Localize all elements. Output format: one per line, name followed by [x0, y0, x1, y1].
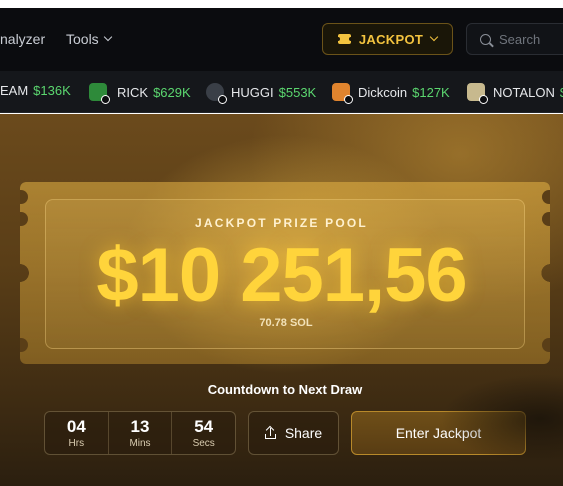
- ticker-token-name: RICK: [117, 84, 149, 100]
- ticker-item[interactable]: NOTALON $1: [467, 83, 563, 104]
- search-box[interactable]: [466, 23, 563, 55]
- token-ticker: EAM $136K RICK $629K HUGGI $553K Dickcoi…: [0, 71, 563, 113]
- notalon-token-icon: [467, 83, 488, 104]
- ticker-token-name: EAM: [0, 83, 29, 98]
- nav-tools-label: Tools: [66, 31, 99, 47]
- countdown-seconds: 54 Secs: [172, 412, 235, 454]
- huggi-token-icon: [206, 83, 227, 104]
- prize-pool-sol: 70.78 SOL: [259, 317, 313, 329]
- jackpot-dropdown-button[interactable]: JACKPOT: [322, 23, 453, 55]
- countdown-timer: 04 Hrs 13 Mins 54 Secs: [44, 411, 236, 455]
- nav-analyzer-link[interactable]: nalyzer: [0, 31, 45, 47]
- ticket-icon: [335, 34, 353, 44]
- search-icon: [480, 33, 491, 45]
- rick-token-icon: [89, 83, 110, 104]
- dickcoin-token-icon: [332, 83, 353, 104]
- ticker-token-value: $127K: [412, 84, 450, 100]
- ticker-item[interactable]: HUGGI $553K: [206, 83, 317, 104]
- ticket-notch: [542, 338, 550, 352]
- search-input[interactable]: [499, 31, 563, 47]
- countdown-value: 04: [66, 416, 86, 436]
- ticker-item[interactable]: RICK $629K: [89, 83, 191, 104]
- chevron-down-icon: [103, 32, 112, 42]
- ticker-item[interactable]: Dickcoin $127K: [332, 83, 450, 104]
- ticker-item[interactable]: EAM $136K: [0, 83, 71, 98]
- countdown-minutes: 13 Mins: [109, 412, 173, 454]
- share-icon: [264, 425, 276, 439]
- ticker-token-value: $136K: [33, 83, 71, 98]
- jackpot-label: JACKPOT: [358, 31, 424, 47]
- prize-pool-amount: $10 251,56: [96, 233, 467, 318]
- countdown-value: 13: [130, 416, 150, 436]
- ticker-token-name: HUGGI: [231, 84, 274, 100]
- ticker-token-name: Dickcoin: [358, 84, 408, 100]
- countdown-unit: Secs: [192, 437, 215, 449]
- share-button[interactable]: Share: [248, 411, 339, 455]
- countdown-label: Countdown to Next Draw: [207, 382, 363, 397]
- chevron-down-icon: [429, 32, 439, 42]
- top-strip: [0, 0, 563, 8]
- enter-jackpot-label: Enter Jackpot: [395, 425, 482, 441]
- ticket-notch: [542, 190, 550, 204]
- enter-jackpot-button[interactable]: Enter Jackpot: [351, 411, 526, 455]
- countdown-hours: 04 Hrs: [45, 412, 109, 454]
- ticker-token-name: NOTALON: [493, 84, 555, 100]
- ticker-token-value: $629K: [153, 84, 191, 100]
- countdown-value: 54: [194, 416, 214, 436]
- jackpot-hero: JACKPOT PRIZE POOL $10 251,56 70.78 SOL …: [0, 114, 563, 486]
- nav-tools-menu[interactable]: Tools: [66, 31, 112, 47]
- ticker-token-value: $553K: [278, 84, 317, 100]
- prize-pool-label: JACKPOT PRIZE POOL: [195, 216, 368, 230]
- share-label: Share: [284, 425, 323, 441]
- countdown-unit: Hrs: [68, 437, 85, 449]
- countdown-unit: Mins: [129, 437, 151, 449]
- top-navbar: nalyzer Tools JACKPOT: [0, 8, 563, 71]
